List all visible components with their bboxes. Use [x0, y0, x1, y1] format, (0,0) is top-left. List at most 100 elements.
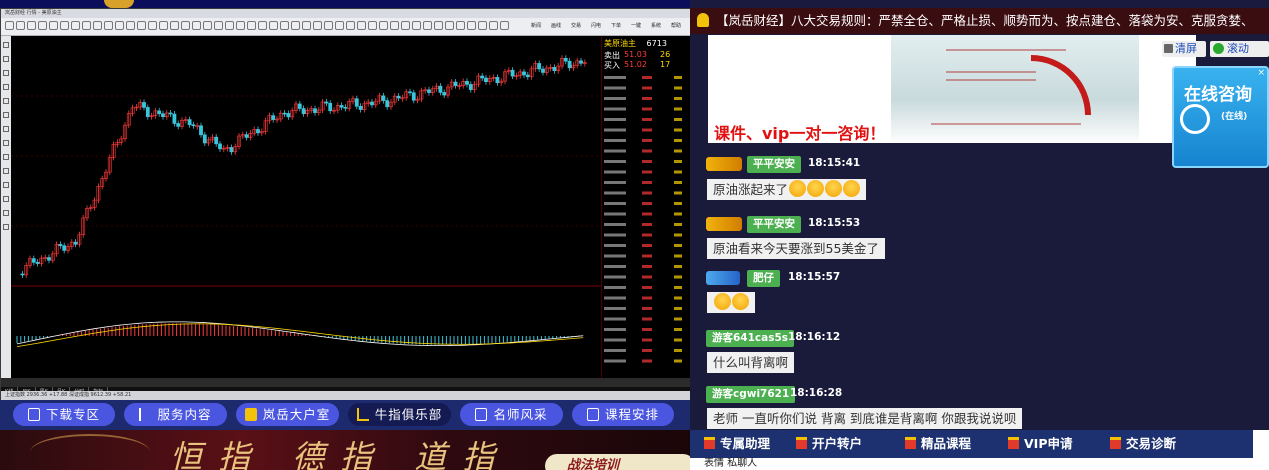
toolbar-tool-icon[interactable]	[82, 21, 91, 30]
toolbar-tool-icon[interactable]	[247, 21, 256, 30]
drawing-tool-icon[interactable]	[3, 42, 9, 48]
toolbar-tool-icon[interactable]	[302, 21, 311, 30]
drawing-tool-icon[interactable]	[3, 140, 9, 146]
chat-username[interactable]: 游客cgwi7621	[706, 386, 796, 403]
toolbar-button[interactable]: 一键	[631, 22, 641, 29]
drawing-tool-icon[interactable]	[3, 84, 9, 90]
bull-club-button[interactable]: 牛指俱乐部	[348, 403, 451, 426]
tick-row-cell	[604, 328, 626, 331]
toolbar-tool-icon[interactable]	[71, 21, 80, 30]
toolbar-tool-icon[interactable]	[434, 21, 443, 30]
services-button[interactable]: 服务内容	[124, 403, 227, 426]
drawing-tool-icon[interactable]	[3, 56, 9, 62]
toolbar-tool-icon[interactable]	[401, 21, 410, 30]
drawing-tool-icon[interactable]	[3, 126, 9, 132]
download-button[interactable]: 下载专区	[13, 403, 115, 426]
toolbar-tool-icon[interactable]	[456, 21, 465, 30]
toolbar-tool-icon[interactable]	[368, 21, 377, 30]
toolbar-tool-icon[interactable]	[236, 21, 245, 30]
drawing-tool-icon[interactable]	[3, 168, 9, 174]
toolbar-tool-icon[interactable]	[49, 21, 58, 30]
toolbar-tool-icon[interactable]	[423, 21, 432, 30]
toolbar-tool-icon[interactable]	[181, 21, 190, 30]
toolbar-tool-icon[interactable]	[27, 21, 36, 30]
toolbar-tool-icon[interactable]	[324, 21, 333, 30]
chat-action-button[interactable]: 开户转户	[796, 430, 862, 458]
toolbar-tool-icon[interactable]	[280, 21, 289, 30]
close-icon[interactable]: ×	[1257, 68, 1265, 78]
teachers-button[interactable]: 名师风采	[460, 403, 563, 426]
auto-scroll-toggle[interactable]: 滚动	[1210, 41, 1269, 57]
chat-username[interactable]: 游客641cas5s	[706, 330, 795, 347]
schedule-button[interactable]: 课程安排	[572, 403, 674, 426]
chat-scrollbar[interactable]	[1253, 430, 1269, 458]
promo-image[interactable]: 课件、vip一对一咨询！	[708, 35, 1196, 143]
toolbar-tool-icon[interactable]	[478, 21, 487, 30]
toolbar-tool-icon[interactable]	[126, 21, 135, 30]
toolbar-tool-icon[interactable]	[291, 21, 300, 30]
toolbar-tool-icon[interactable]	[104, 21, 113, 30]
toolbar-tool-icon[interactable]	[346, 21, 355, 30]
toolbar-tool-icon[interactable]	[170, 21, 179, 30]
toolbar-tool-icon[interactable]	[467, 21, 476, 30]
big-client-button[interactable]: 岚岳大户室	[236, 403, 339, 426]
chat-action-button[interactable]: 精品课程	[905, 430, 971, 458]
drawing-tool-icon[interactable]	[3, 224, 9, 230]
online-consult-widget[interactable]: × 在线咨询 (在线)	[1172, 66, 1269, 168]
toolbar-tool-icon[interactable]	[137, 21, 146, 30]
toolbar-button[interactable]: 画线	[551, 22, 561, 29]
toolbar-button[interactable]: 新闻	[531, 22, 541, 29]
toolbar-tool-icon[interactable]	[225, 21, 234, 30]
toolbar-button[interactable]: 帮助	[671, 22, 681, 29]
toolbar-tool-icon[interactable]	[313, 21, 322, 30]
drawing-tool-icon[interactable]	[3, 112, 9, 118]
drawing-tool-icon[interactable]	[3, 154, 9, 160]
candle-body	[525, 74, 530, 78]
toolbar-tool-icon[interactable]	[93, 21, 102, 30]
toolbar-button[interactable]: 交易	[571, 22, 581, 29]
chat-action-button[interactable]: VIP申请	[1008, 430, 1073, 458]
period-tabs[interactable]: K线日K周K月K分时指标	[1, 378, 691, 396]
toolbar-tool-icon[interactable]	[269, 21, 278, 30]
toolbar-tool-icon[interactable]	[214, 21, 223, 30]
drawing-tool-icon[interactable]	[3, 210, 9, 216]
toolbar-tool-icon[interactable]	[16, 21, 25, 30]
chat-action-button[interactable]: 交易诊断	[1110, 430, 1176, 458]
drawing-tool-icon[interactable]	[3, 196, 9, 202]
toolbar-tool-icon[interactable]	[445, 21, 454, 30]
drawing-tool-icon[interactable]	[3, 70, 9, 76]
toolbar-tool-icon[interactable]	[115, 21, 124, 30]
toolbar-button[interactable]: 闪电	[591, 22, 601, 29]
chat-action-button[interactable]: 专属助理	[704, 430, 770, 458]
toolbar-tool-icon[interactable]	[390, 21, 399, 30]
toolbar-button[interactable]: 下单	[611, 22, 621, 29]
toolbar-tool-icon[interactable]	[489, 21, 498, 30]
drawing-tools-sidebar[interactable]	[1, 36, 11, 391]
chat-input-toolbar[interactable]: 表情 私聊人	[690, 458, 1269, 470]
toolbar-tool-icon[interactable]	[500, 21, 509, 30]
toolbar-tool-icon[interactable]	[412, 21, 421, 30]
toolbar-tool-icon[interactable]	[148, 21, 157, 30]
toolbar-tool-icon[interactable]	[379, 21, 388, 30]
toolbar-tool-icon[interactable]	[258, 21, 267, 30]
drawing-tool-icon[interactable]	[3, 182, 9, 188]
candlestick-chart[interactable]	[11, 36, 601, 378]
toolbar-button[interactable]: 系统	[651, 22, 661, 29]
toolbar-tool-icon[interactable]	[335, 21, 344, 30]
toolbar-tool-icon[interactable]	[203, 21, 212, 30]
toolbar-tool-icon[interactable]	[159, 21, 168, 30]
chart-svg[interactable]	[11, 36, 601, 378]
candle-body	[510, 69, 515, 77]
toolbar-tool-icon[interactable]	[38, 21, 47, 30]
toolbar-tool-icon[interactable]	[60, 21, 69, 30]
chat-username[interactable]: 肥仔	[747, 270, 780, 287]
chat-username[interactable]: 平平安安	[747, 156, 801, 173]
drawing-tool-icon[interactable]	[3, 98, 9, 104]
training-badge[interactable]: 战法培训	[545, 454, 695, 470]
toolbar-tool-icon[interactable]	[5, 21, 14, 30]
promo-banner[interactable]: 恒指 德指 道指 战法培训	[0, 430, 695, 470]
toolbar-tool-icon[interactable]	[192, 21, 201, 30]
chat-username[interactable]: 平平安安	[747, 216, 801, 233]
clear-screen-button[interactable]: 清屏	[1162, 41, 1206, 57]
toolbar-tool-icon[interactable]	[357, 21, 366, 30]
